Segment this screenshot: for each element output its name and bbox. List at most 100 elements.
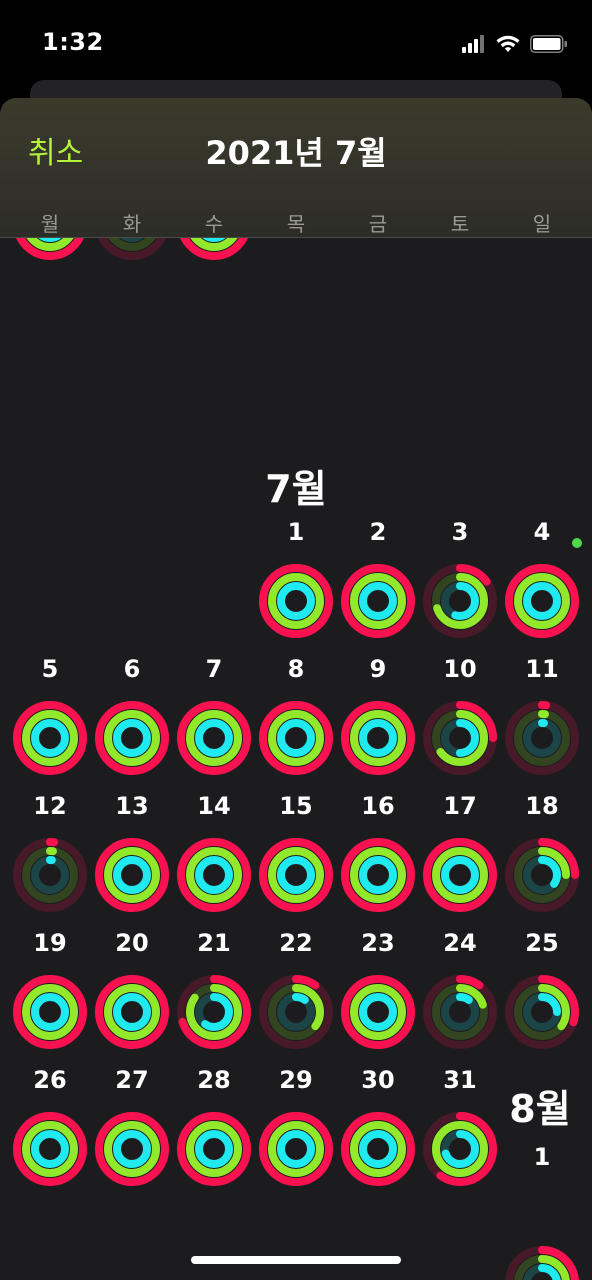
activity-ring[interactable] bbox=[422, 700, 498, 776]
day-number[interactable]: 19 bbox=[9, 929, 91, 957]
day-number[interactable]: 21 bbox=[173, 929, 255, 957]
activity-ring[interactable] bbox=[504, 700, 580, 776]
day-number[interactable]: 13 bbox=[91, 792, 173, 820]
status-icons bbox=[462, 32, 568, 56]
day-number[interactable]: 20 bbox=[91, 929, 173, 957]
calendar-sheet: 취소 2021년 7월 월 화 수 목 금 토 일 7월 1 2 3 4 5 6 7 8 9 10 1… bbox=[0, 98, 592, 1280]
activity-ring[interactable] bbox=[176, 837, 252, 913]
s-ring-progress bbox=[523, 582, 561, 620]
june-day-ring[interactable] bbox=[94, 238, 170, 261]
day-number[interactable]: 30 bbox=[337, 1066, 419, 1094]
weekday-sun: 일 bbox=[532, 212, 552, 236]
s-ring-progress bbox=[359, 719, 397, 757]
s-ring-progress bbox=[441, 856, 479, 894]
day-number[interactable]: 16 bbox=[337, 792, 419, 820]
day-number[interactable]: 27 bbox=[91, 1066, 173, 1094]
day-number[interactable]: 22 bbox=[255, 929, 337, 957]
day-number[interactable]: 24 bbox=[419, 929, 501, 957]
day-number[interactable]: 1 bbox=[255, 518, 337, 546]
weekday-wed: 수 bbox=[204, 212, 224, 236]
activity-ring[interactable] bbox=[504, 974, 580, 1050]
home-indicator[interactable] bbox=[191, 1256, 401, 1264]
day-number[interactable]: 1 bbox=[501, 1143, 583, 1171]
activity-ring[interactable] bbox=[340, 1111, 416, 1187]
s-ring-track bbox=[523, 719, 561, 757]
activity-ring[interactable] bbox=[422, 837, 498, 913]
activity-ring[interactable] bbox=[94, 1111, 170, 1187]
day-number[interactable]: 7 bbox=[173, 655, 255, 683]
day-number[interactable]: 29 bbox=[255, 1066, 337, 1094]
activity-ring[interactable] bbox=[176, 974, 252, 1050]
s-ring-progress bbox=[277, 856, 315, 894]
s-ring-progress bbox=[277, 719, 315, 757]
june-day-ring[interactable] bbox=[176, 238, 252, 261]
day-number[interactable]: 31 bbox=[419, 1066, 501, 1094]
weekday-thu: 목 bbox=[286, 212, 306, 236]
month-label-july: 7월 bbox=[265, 467, 327, 511]
activity-ring[interactable] bbox=[258, 974, 334, 1050]
activity-ring[interactable] bbox=[258, 837, 334, 913]
s-ring-progress bbox=[359, 856, 397, 894]
activity-ring[interactable] bbox=[504, 563, 580, 639]
s-ring-progress bbox=[359, 582, 397, 620]
activity-ring[interactable] bbox=[340, 974, 416, 1050]
june-day-ring[interactable] bbox=[12, 238, 88, 261]
s-ring-progress bbox=[195, 1130, 233, 1168]
activity-ring[interactable] bbox=[504, 837, 580, 913]
activity-ring[interactable] bbox=[340, 563, 416, 639]
activity-ring[interactable] bbox=[258, 563, 334, 639]
month-title: 2021년 7월 bbox=[205, 134, 387, 172]
cellular-signal-icon bbox=[462, 35, 484, 53]
activity-ring[interactable] bbox=[12, 1111, 88, 1187]
activity-ring[interactable] bbox=[258, 700, 334, 776]
activity-ring[interactable] bbox=[12, 974, 88, 1050]
activity-ring[interactable] bbox=[422, 1111, 498, 1187]
activity-ring[interactable] bbox=[422, 563, 498, 639]
day-number[interactable]: 10 bbox=[419, 655, 501, 683]
day-number[interactable]: 25 bbox=[501, 929, 583, 957]
day-number[interactable]: 5 bbox=[9, 655, 91, 683]
activity-ring[interactable] bbox=[176, 1111, 252, 1187]
day-number[interactable]: 23 bbox=[337, 929, 419, 957]
wifi-icon bbox=[496, 35, 520, 52]
activity-ring[interactable] bbox=[94, 837, 170, 913]
day-number[interactable]: 11 bbox=[501, 655, 583, 683]
weekday-fri: 금 bbox=[368, 212, 388, 236]
activity-ring[interactable] bbox=[176, 700, 252, 776]
day-number[interactable]: 12 bbox=[9, 792, 91, 820]
day-number[interactable]: 15 bbox=[255, 792, 337, 820]
s-ring-progress bbox=[113, 993, 151, 1031]
status-time: 1:32 bbox=[42, 28, 104, 56]
activity-ring[interactable] bbox=[340, 837, 416, 913]
s-ring-progress bbox=[359, 1130, 397, 1168]
activity-ring[interactable] bbox=[258, 1111, 334, 1187]
s-ring-progress bbox=[277, 1130, 315, 1168]
day-number[interactable]: 9 bbox=[337, 655, 419, 683]
day-number[interactable]: 28 bbox=[173, 1066, 255, 1094]
activity-ring[interactable] bbox=[12, 837, 88, 913]
workout-dot bbox=[572, 538, 582, 548]
day-number[interactable]: 4 bbox=[501, 518, 583, 546]
activity-ring[interactable] bbox=[94, 700, 170, 776]
day-number[interactable]: 2 bbox=[337, 518, 419, 546]
day-number[interactable]: 6 bbox=[91, 655, 173, 683]
day-number[interactable]: 17 bbox=[419, 792, 501, 820]
day-number[interactable]: 8 bbox=[255, 655, 337, 683]
activity-ring[interactable] bbox=[340, 700, 416, 776]
day-number[interactable]: 26 bbox=[9, 1066, 91, 1094]
calendar-header: 취소 2021년 7월 월 화 수 목 금 토 일 bbox=[0, 98, 592, 238]
activity-ring[interactable] bbox=[94, 974, 170, 1050]
activity-ring[interactable] bbox=[12, 700, 88, 776]
month-label-august: 8월 bbox=[509, 1087, 571, 1131]
status-bar: 1:32 bbox=[0, 0, 592, 80]
activity-ring[interactable] bbox=[422, 974, 498, 1050]
day-number[interactable]: 14 bbox=[173, 792, 255, 820]
day-number[interactable]: 18 bbox=[501, 792, 583, 820]
calendar-scroll[interactable]: 7월 1 2 3 4 5 6 7 8 9 10 11 12 13 14 15 16 17 18 19 20 21 22 23 2… bbox=[0, 238, 592, 1280]
activity-ring[interactable] bbox=[504, 1245, 580, 1280]
day-number[interactable]: 3 bbox=[419, 518, 501, 546]
s-ring-progress bbox=[113, 1130, 151, 1168]
weekday-sat: 토 bbox=[450, 212, 470, 236]
weekday-mon: 월 bbox=[40, 212, 60, 236]
s-ring-progress bbox=[31, 993, 69, 1031]
